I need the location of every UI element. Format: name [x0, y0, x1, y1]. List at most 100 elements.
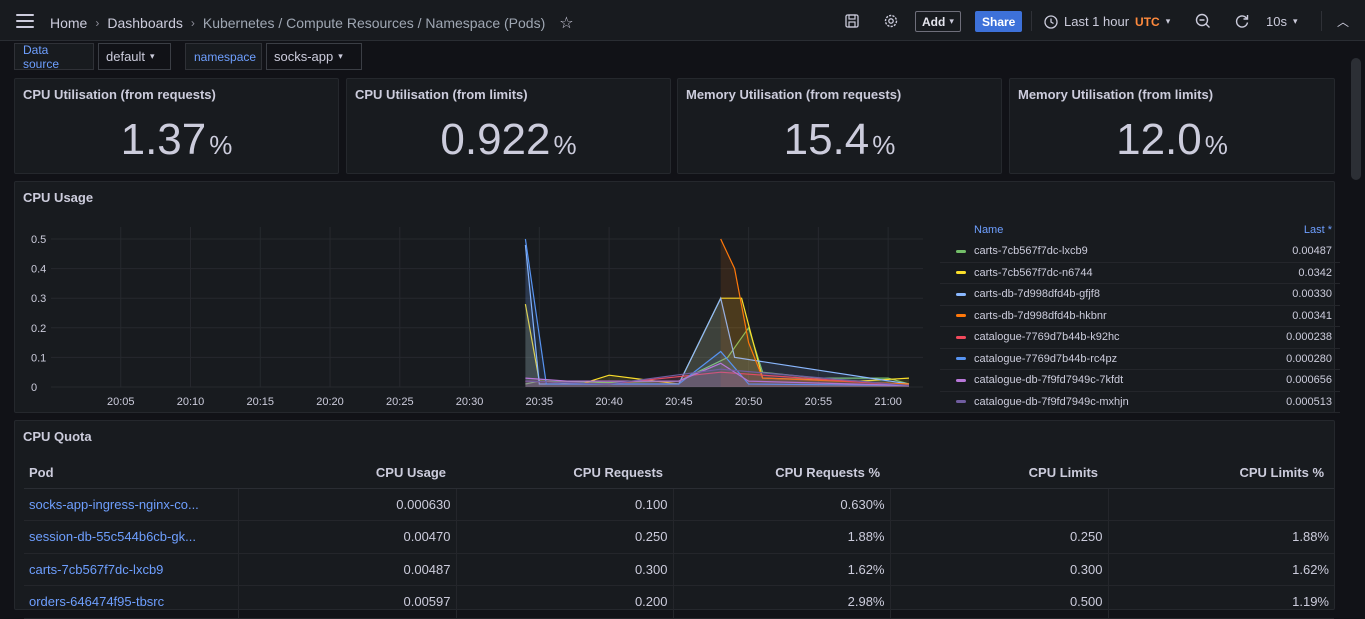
refresh-icon[interactable] — [1233, 12, 1251, 30]
legend-item[interactable]: catalogue-db-7f9fd7949c-7kfdt 0.000656 — [940, 370, 1340, 392]
legend-item-last-value: 0.000656 — [1286, 374, 1332, 387]
stat-unit: % — [209, 130, 233, 160]
x-tick-label: 20:05 — [107, 396, 135, 407]
stat-number: 12.0 — [1116, 115, 1202, 164]
table-row: socks-app-ingress-nginx-co... 0.000630 0.1… — [24, 488, 1334, 521]
x-tick-label: 20:20 — [316, 396, 344, 407]
legend-item-name: carts-7cb567f7dc-lxcb9 — [974, 245, 1088, 258]
breadcrumb-current-dashboard: Kubernetes / Compute Resources / Namespa… — [202, 15, 546, 31]
panel-title: CPU Utilisation (from limits) — [355, 87, 528, 102]
cpu-quota-panel: CPU Quota Pod CPU Usage CPU Requests CPU… — [14, 420, 1335, 619]
legend-item-name: catalogue-7769d7b44b-rc4pz — [974, 352, 1118, 365]
legend-last-header[interactable]: Last * — [1304, 224, 1332, 236]
legend-item[interactable]: catalogue-7769d7b44b-k92hc 0.000238 — [940, 327, 1340, 349]
namespace-select[interactable]: socks-app ▾ — [266, 43, 362, 70]
table-cell: 0.200 — [456, 585, 674, 619]
cpu-usage-panel[interactable]: CPU Usage 0 0.1 0.2 0.3 0.4 0.5 20:05 20:10 20:1… — [14, 181, 1340, 413]
table-cell: 1.88% — [1108, 520, 1334, 554]
column-header-pod[interactable]: Pod — [24, 458, 238, 489]
stat-panel-cpu-limits[interactable]: CPU Utilisation (from limits) 0.922% — [346, 78, 671, 174]
table-row: carts-7cb567f7dc-lxcb9 0.00487 0.300 1.62% 0… — [24, 553, 1334, 586]
legend-item[interactable]: carts-db-7d998dfd4b-hkbnr 0.00341 — [940, 306, 1340, 327]
breadcrumb-home[interactable]: Home — [50, 15, 87, 31]
legend-item-last-value: 0.0342 — [1298, 266, 1332, 279]
x-tick-label: 20:55 — [805, 396, 833, 407]
stat-panel-memory-limits[interactable]: Memory Utilisation (from limits) 12.0% — [1009, 78, 1335, 174]
y-tick-label: 0 — [31, 382, 37, 394]
breadcrumb-separator-icon: › — [95, 16, 100, 30]
refresh-interval-picker[interactable]: 10s ▾ — [1266, 14, 1298, 29]
legend-item-last-value: 0.000280 — [1286, 352, 1332, 365]
legend-name-header[interactable]: Name — [974, 224, 1003, 236]
cpu-usage-chart[interactable]: 0 0.1 0.2 0.3 0.4 0.5 20:05 20:10 20:15 20:20 20:2… — [15, 182, 925, 407]
table-cell: 0.100 — [456, 488, 674, 521]
series-color-swatch — [956, 249, 966, 253]
table-cell — [1108, 488, 1334, 521]
timezone-label: UTC — [1135, 14, 1160, 29]
legend-item[interactable]: carts-7cb567f7dc-n6744 0.0342 — [940, 263, 1340, 284]
table-cell: 0.00470 — [238, 520, 457, 554]
table-cell: 0.630% — [673, 488, 891, 521]
chevron-down-icon: ▾ — [1165, 16, 1171, 26]
legend-item[interactable]: carts-db-7d998dfd4b-gfjf8 0.00330 — [940, 284, 1340, 306]
column-header-cpu-limits-pct[interactable]: CPU Limits % — [1108, 458, 1334, 489]
chart-legend: Name Last * carts-7cb567f7dc-lxcb9 0.0048… — [940, 219, 1340, 413]
panel-title: Memory Utilisation (from requests) — [686, 87, 902, 102]
legend-item[interactable]: catalogue-7769d7b44b-rc4pz 0.000280 — [940, 349, 1340, 370]
refresh-interval-label: 10s — [1266, 14, 1287, 29]
legend-item-name: catalogue-db-7f9fd7949c-7kfdt — [974, 374, 1124, 387]
column-header-cpu-requests[interactable]: CPU Requests — [456, 458, 673, 489]
column-header-cpu-limits[interactable]: CPU Limits — [890, 458, 1108, 489]
legend-item-name: catalogue-db-7f9fd7949c-mxhjn — [974, 395, 1129, 408]
table-header-row: Pod CPU Usage CPU Requests CPU Requests … — [24, 458, 1334, 489]
breadcrumb: Home › Dashboards › Kubernetes / Compute… — [50, 13, 574, 33]
x-tick-label: 21:00 — [874, 396, 902, 407]
x-tick-label: 20:40 — [595, 396, 623, 407]
pod-link[interactable]: session-db-55c544b6cb-gk... — [24, 520, 239, 554]
legend-item-name: carts-7cb567f7dc-n6744 — [974, 266, 1093, 279]
datasource-select[interactable]: default ▾ — [98, 43, 171, 70]
pod-link[interactable]: socks-app-ingress-nginx-co... — [24, 488, 239, 521]
page-scrollbar[interactable] — [1351, 58, 1361, 180]
column-header-cpu-usage[interactable]: CPU Usage — [238, 458, 456, 489]
stat-value: 1.37% — [15, 115, 338, 165]
series-color-swatch — [956, 314, 966, 318]
column-header-cpu-requests-pct[interactable]: CPU Requests % — [673, 458, 890, 489]
legend-item[interactable]: carts-7cb567f7dc-lxcb9 0.00487 — [940, 241, 1340, 263]
legend-item-last-value: 0.00487 — [1292, 245, 1332, 258]
stat-unit: % — [553, 130, 577, 160]
stat-value: 0.922% — [347, 115, 670, 165]
chevron-down-icon: ▾ — [1292, 16, 1298, 26]
y-tick-label: 0.1 — [31, 352, 46, 364]
menu-icon[interactable] — [16, 14, 34, 28]
x-tick-label: 20:10 — [177, 396, 205, 407]
share-button[interactable]: Share — [975, 11, 1023, 32]
y-tick-label: 0.5 — [31, 234, 46, 246]
stat-panel-cpu-requests[interactable]: CPU Utilisation (from requests) 1.37% — [14, 78, 339, 174]
stat-panel-memory-requests[interactable]: Memory Utilisation (from requests) 15.4% — [677, 78, 1002, 174]
pod-link[interactable]: carts-7cb567f7dc-lxcb9 — [24, 553, 239, 586]
collapse-icon[interactable]: ︿ — [1334, 12, 1352, 30]
table-cell: 1.19% — [1108, 585, 1334, 619]
save-icon[interactable] — [843, 12, 861, 30]
legend-item-last-value: 0.00341 — [1292, 309, 1332, 322]
y-tick-label: 0.2 — [31, 323, 46, 335]
table-cell: 0.00487 — [238, 553, 457, 586]
legend-item-name: carts-db-7d998dfd4b-hkbnr — [974, 309, 1107, 322]
zoom-out-icon[interactable] — [1194, 12, 1212, 30]
breadcrumb-dashboards[interactable]: Dashboards — [107, 15, 183, 31]
x-tick-label: 20:50 — [735, 396, 763, 407]
table-cell: 0.250 — [456, 520, 674, 554]
divider — [1031, 11, 1032, 31]
series-color-swatch — [956, 271, 966, 275]
star-icon[interactable]: ☆ — [559, 13, 573, 33]
legend-item[interactable]: catalogue-db-7f9fd7949c-mxhjn 0.000513 — [940, 392, 1340, 413]
y-tick-label: 0.3 — [31, 293, 46, 305]
time-range-picker[interactable]: Last 1 hour UTC ▾ — [1044, 14, 1170, 29]
gear-icon[interactable] — [882, 12, 900, 30]
variable-label-namespace: namespace — [185, 43, 262, 70]
stat-number: 0.922 — [440, 115, 551, 164]
pod-link[interactable]: orders-646474f95-tbsrc — [24, 585, 239, 619]
add-button[interactable]: Add ▾ — [915, 11, 961, 32]
cpu-quota-table: Pod CPU Usage CPU Requests CPU Requests … — [24, 458, 1334, 619]
